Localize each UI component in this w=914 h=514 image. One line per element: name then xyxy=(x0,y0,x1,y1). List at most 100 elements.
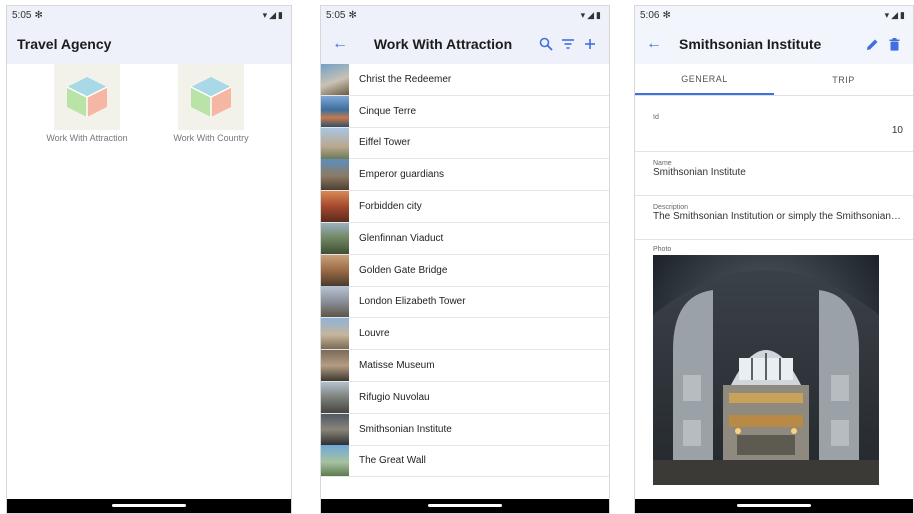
description-value: The Smithsonian Institution or simply th… xyxy=(653,211,903,222)
tab-trip[interactable]: TRIP xyxy=(774,64,913,95)
item-label: Golden Gate Bridge xyxy=(359,264,448,276)
item-label: London Elizabeth Tower xyxy=(359,296,466,308)
tile-label: Work With Attraction xyxy=(46,133,128,143)
id-field: Id 10 xyxy=(635,96,913,152)
tab-general[interactable]: GENERAL xyxy=(635,64,774,95)
wifi-icon: ▾ xyxy=(884,9,890,20)
trash-icon[interactable] xyxy=(883,33,905,55)
name-label: Name xyxy=(653,160,672,167)
tile-work-with-attraction[interactable]: Work With Attraction xyxy=(37,64,137,144)
tab-bar: GENERAL TRIP xyxy=(635,64,913,96)
gear-icon: ✻ xyxy=(34,9,43,21)
thumbnail xyxy=(321,222,349,254)
list-item[interactable]: Emperor guardians xyxy=(321,159,609,192)
battery-icon: ▮ xyxy=(900,9,905,20)
app-bar: Travel Agency xyxy=(7,24,291,64)
page-title: Travel Agency xyxy=(17,36,112,52)
list-item[interactable]: Smithsonian Institute xyxy=(321,413,609,446)
item-label: Cinque Terre xyxy=(359,105,417,117)
list-item[interactable]: Matisse Museum xyxy=(321,350,609,382)
list-item[interactable]: Golden Gate Bridge xyxy=(321,254,609,287)
tile-label: Work With Country xyxy=(173,133,249,143)
thumbnail xyxy=(321,318,349,350)
page-title: Work With Attraction xyxy=(373,36,513,52)
app-bar: ← Smithsonian Institute xyxy=(635,24,913,64)
list-item[interactable]: Cinque Terre xyxy=(321,95,609,128)
thumbnail xyxy=(321,381,349,413)
phone-screen-home: 5:05 ✻ ▾ ◢ ▮ Travel Agency Work With Att… xyxy=(6,5,292,514)
list-item[interactable]: Eiffel Tower xyxy=(321,127,609,160)
arrow-left-icon[interactable]: ← xyxy=(329,33,351,55)
thumbnail xyxy=(321,286,349,318)
name-value: Smithsonian Institute xyxy=(653,167,746,178)
item-label: The Great Wall xyxy=(359,455,426,467)
arrow-left-icon[interactable]: ← xyxy=(643,33,665,55)
item-label: Emperor guardians xyxy=(359,169,445,181)
description-label: Description xyxy=(653,204,689,211)
wifi-icon: ▾ xyxy=(580,9,586,20)
phone-screen-attractions: 5:05 ✻ ▾ ◢ ▮ ← Work With Attraction Chri… xyxy=(320,5,610,514)
name-field: Name Smithsonian Institute xyxy=(635,152,913,196)
list-item[interactable]: Forbidden city xyxy=(321,191,609,223)
navigation-bar xyxy=(635,499,913,513)
item-label: Eiffel Tower xyxy=(359,137,411,149)
thumbnail xyxy=(321,63,349,95)
tile-work-with-country[interactable]: Work With Country xyxy=(161,64,261,144)
menu-tiles: Work With Attraction Work With Country xyxy=(7,64,291,144)
search-icon[interactable] xyxy=(535,33,557,55)
list-item[interactable]: Louvre xyxy=(321,318,609,351)
thumbnail xyxy=(321,159,349,191)
thumbnail xyxy=(321,191,349,223)
signal-icon: ◢ xyxy=(269,9,277,20)
status-bar: 5:06 ✻ ▾ ◢ ▮ xyxy=(635,6,913,24)
thumbnail xyxy=(321,350,349,382)
thumbnail xyxy=(321,95,349,127)
status-time: 5:05 xyxy=(326,9,346,21)
status-bar: 5:05 ✻ ▾ ◢ ▮ xyxy=(7,6,291,24)
item-label: Louvre xyxy=(359,328,390,340)
list-item[interactable]: London Elizabeth Tower xyxy=(321,286,609,319)
signal-icon: ◢ xyxy=(891,9,899,20)
photo-field: Photo xyxy=(635,240,913,485)
status-time: 5:05 xyxy=(12,9,32,21)
thumbnail xyxy=(321,413,349,445)
id-label: Id xyxy=(653,114,659,121)
list-item[interactable]: Glenfinnan Viaduct xyxy=(321,222,609,255)
battery-icon: ▮ xyxy=(278,9,283,20)
gear-icon: ✻ xyxy=(348,9,357,21)
item-label: Smithsonian Institute xyxy=(359,423,452,435)
attraction-list: Christ the Redeemer Cinque Terre Eiffel … xyxy=(321,63,609,478)
photo-label: Photo xyxy=(653,246,672,253)
id-value: 10 xyxy=(891,125,903,136)
pencil-icon[interactable] xyxy=(861,33,883,55)
list-item[interactable]: The Great Wall xyxy=(321,445,609,478)
item-label: Rifugio Nuvolau xyxy=(359,391,430,403)
thumbnail xyxy=(321,445,349,477)
status-bar: 5:05 ✻ ▾ ◢ ▮ xyxy=(321,6,609,24)
list-item[interactable]: Christ the Redeemer xyxy=(321,63,609,96)
thumbnail xyxy=(321,127,349,159)
gear-icon: ✻ xyxy=(662,9,671,21)
wifi-icon: ▾ xyxy=(262,9,268,20)
item-label: Glenfinnan Viaduct xyxy=(359,232,444,244)
header: 5:06 ✻ ▾ ◢ ▮ ← Smithsonian Institute xyxy=(635,6,913,64)
header: 5:05 ✻ ▾ ◢ ▮ Travel Agency xyxy=(7,6,291,64)
list-item[interactable]: Rifugio Nuvolau xyxy=(321,381,609,414)
home-handle[interactable] xyxy=(112,504,186,507)
item-label: Matisse Museum xyxy=(359,360,435,372)
header: 5:05 ✻ ▾ ◢ ▮ ← Work With Attraction xyxy=(321,6,609,64)
attraction-photo xyxy=(653,255,879,485)
plus-icon[interactable] xyxy=(579,33,601,55)
home-handle[interactable] xyxy=(737,504,811,507)
page-title: Smithsonian Institute xyxy=(679,36,822,52)
item-label: Christ the Redeemer xyxy=(359,73,452,85)
thumbnail xyxy=(321,254,349,286)
navigation-bar xyxy=(7,499,291,513)
home-handle[interactable] xyxy=(428,504,502,507)
item-label: Forbidden city xyxy=(359,201,422,213)
signal-icon: ◢ xyxy=(587,9,595,20)
description-field: Description The Smithsonian Institution … xyxy=(635,196,913,240)
battery-icon: ▮ xyxy=(596,9,601,20)
status-time: 5:06 xyxy=(640,9,660,21)
filter-icon[interactable] xyxy=(557,33,579,55)
